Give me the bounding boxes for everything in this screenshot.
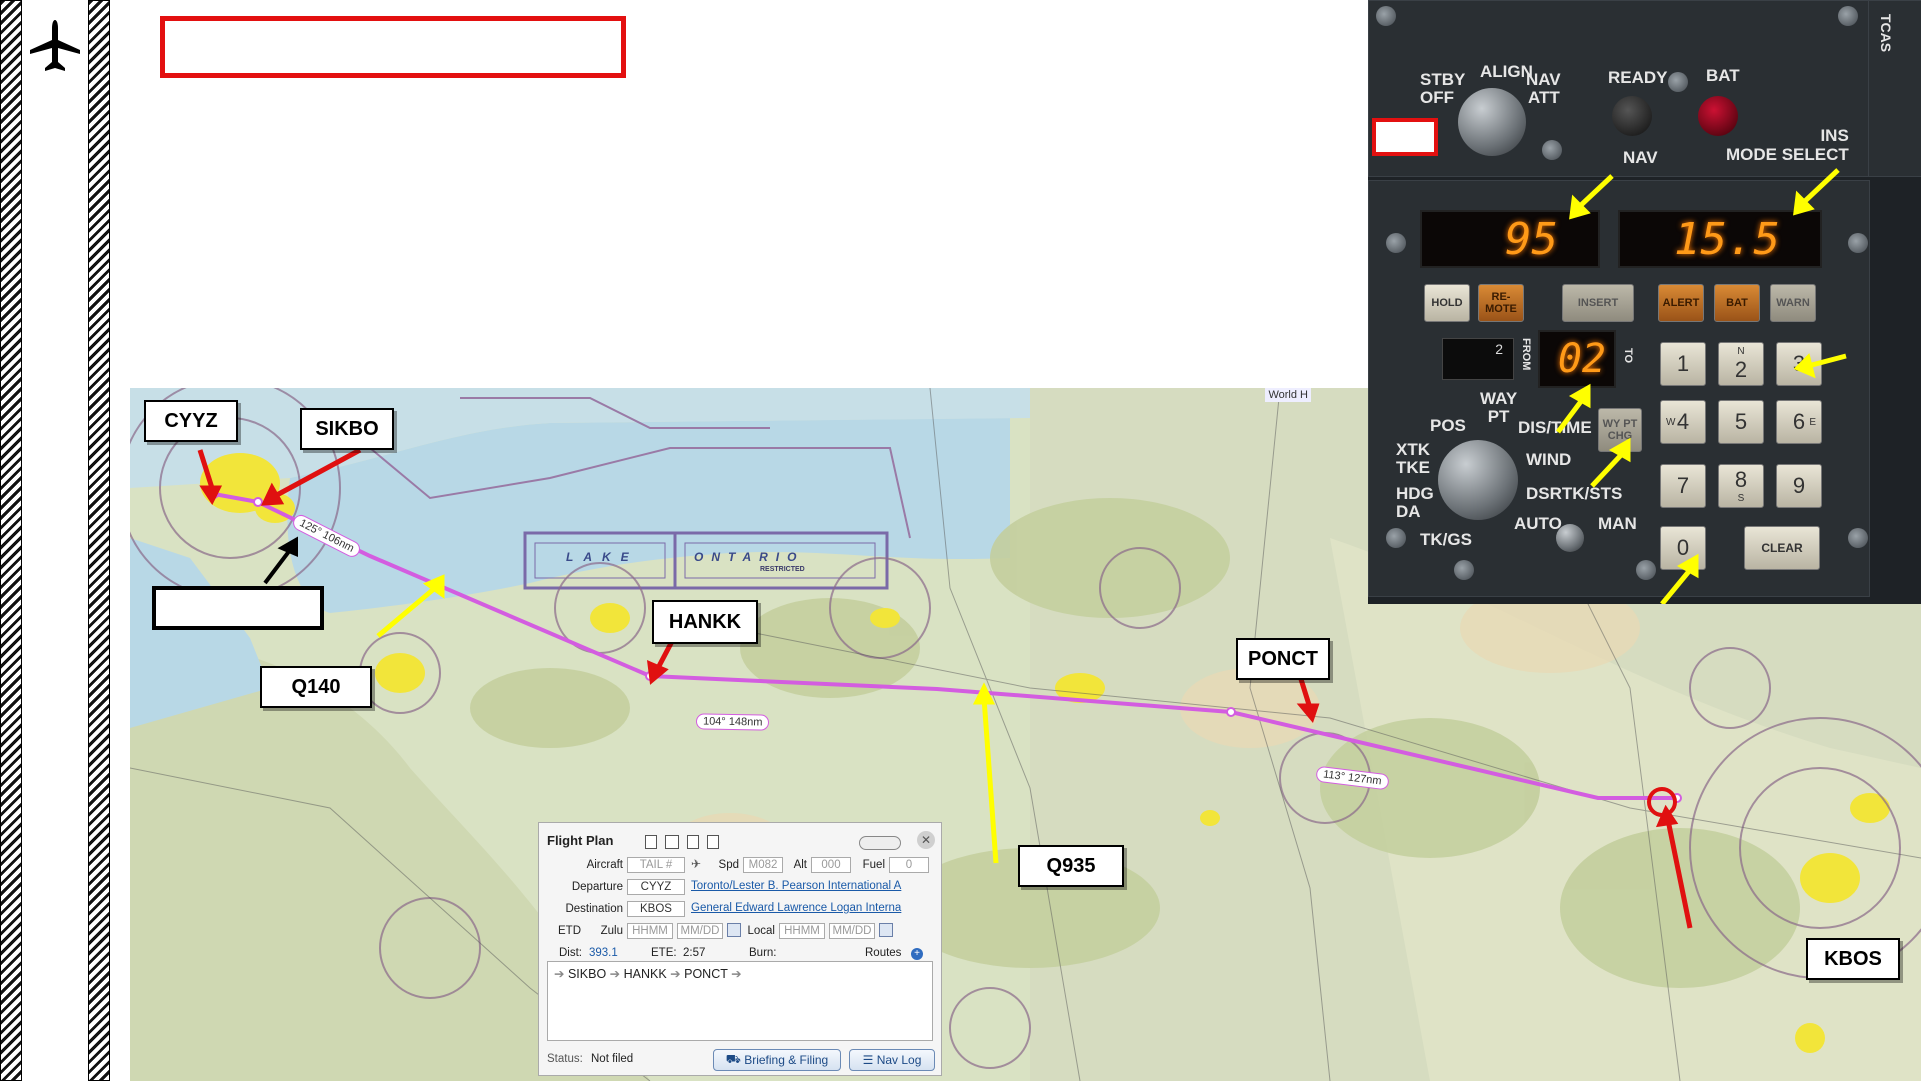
zulu-date-input[interactable]: MM/DD [677,923,723,939]
lake-label: LAKE [566,550,639,564]
destination-input[interactable]: KBOS [627,901,685,917]
callout-kbos: KBOS [1806,938,1900,980]
share-icon[interactable] [707,835,719,849]
restricted-label: RESTRICTED [760,566,805,573]
panel-arrows [1556,168,1847,604]
flight-plan-title: Flight Plan [547,833,614,848]
local-date-input[interactable]: MM/DD [829,923,875,939]
briefing-label: Briefing & Filing [744,1053,829,1067]
callout-q140: Q140 [260,666,372,708]
aircraft-input[interactable]: TAIL # [627,857,685,873]
route-arrow-icon: ➔ [554,967,568,981]
dist-value: 393.1 [589,947,618,959]
aircraft-tool-icon[interactable]: ✈ [691,857,701,871]
route-item-1[interactable]: SIKBO [568,967,606,981]
callout-ponct: PONCT [1236,638,1330,680]
toggle-switch[interactable] [859,836,901,850]
local-time-input[interactable]: HHMM [779,923,825,939]
departure-input[interactable]: CYYZ [627,879,685,895]
route-textbox[interactable]: ➔ SIKBO ➔ HANKK ➔ PONCT ➔ [547,961,933,1041]
briefing-icon: ⛟ [725,1052,745,1066]
route-arrow-icon: ➔ [670,967,685,981]
destination-label: Destination [565,903,623,915]
fuel-label: Fuel [862,859,885,871]
ins-control-panel: STBY OFF ALIGN NAV ATT READY BAT NAV INS… [1368,0,1921,604]
etd-label: ETD [558,925,581,937]
alt-label: Alt [793,859,807,871]
open-folder-icon[interactable] [665,835,679,849]
status-label: Status: [547,1053,583,1065]
local-label: Local [747,925,776,937]
destination-airport-link[interactable]: General Edward Lawrence Logan Interna [691,902,933,914]
route-item-2[interactable]: HANKK [624,967,667,981]
dist-label: Dist: [559,947,582,959]
save-icon[interactable] [687,835,699,849]
leg-label-2: 104° 148nm [695,713,770,731]
left-hatched-rail [0,0,22,1081]
navlog-label: Nav Log [876,1053,922,1067]
nav-log-button[interactable]: ☰ Nav Log [849,1049,935,1071]
routes-label[interactable]: Routes [865,947,901,959]
departure-airport-link[interactable]: Toronto/Lester B. Pearson International … [691,880,933,892]
fuel-input[interactable]: 0 [889,857,929,873]
route-arrow-icon: ➔ [731,967,742,981]
redacted-red-box [1372,118,1438,156]
burn-label: Burn: [749,947,777,959]
local-calendar-icon[interactable] [879,923,893,937]
departure-label: Departure [571,881,623,893]
ete-label: ETE: [651,947,677,959]
status-value: Not filed [591,1053,634,1065]
world-label: World H [1265,388,1311,402]
add-route-icon[interactable]: + [911,948,923,960]
flight-plan-panel: Flight Plan ✕ Aircraft TAIL # ✈ Spd M082… [538,822,942,1076]
redacted-title-box [160,16,626,78]
ete-value: 2:57 [683,947,706,959]
callout-cyyz: CYYZ [144,400,238,442]
spd-input[interactable]: M082 [743,857,783,873]
right-hatched-rail [88,0,110,1081]
navlog-icon: ☰ [862,1053,877,1067]
alt-input[interactable]: 000 [811,857,851,873]
callout-sikbo: SIKBO [300,408,394,450]
callout-hankk: HANKK [652,600,758,644]
spd-label: Spd [718,859,739,871]
airplane-icon [30,20,80,71]
route-arrow-icon: ➔ [609,967,624,981]
ontario-label: ONTARIO [694,550,805,564]
callout-q935: Q935 [1018,845,1124,887]
route-item-3[interactable]: PONCT [684,967,728,981]
redacted-black-box [152,586,324,630]
briefing-filing-button[interactable]: ⛟ Briefing & Filing [713,1049,841,1071]
zulu-time-input[interactable]: HHMM [627,923,673,939]
zulu-label: Zulu [600,925,623,937]
new-plan-icon[interactable] [645,835,657,849]
aircraft-label: Aircraft [586,859,623,871]
close-icon[interactable]: ✕ [917,831,935,849]
